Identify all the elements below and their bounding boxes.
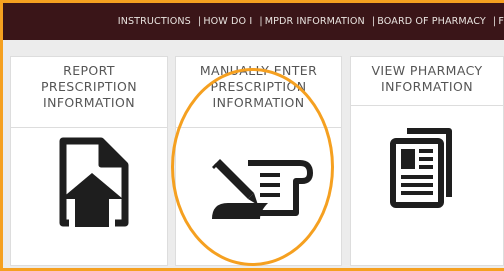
nav-instructions-link[interactable]: INSTRUCTIONS [118,16,191,27]
nav-mpdr-information-link[interactable]: MPDR INFORMATION [265,16,365,27]
tile-manually-enter-prescription-information[interactable]: MANUALLY ENTER PRESCRIPTION INFORMATION [175,56,342,266]
top-nav-links: INSTRUCTIONS | HOW DO I | MPDR INFORMATION… [118,16,504,27]
tile-view-pharmacy-information[interactable]: VIEW PHARMACY INFORMATION [350,56,504,266]
tile-label-line: INFORMATION [212,95,305,110]
tile-divider [11,127,167,128]
nav-how-do-i-link[interactable]: HOW DO I [203,16,252,27]
nav-separator: | [259,16,263,27]
tile-divider [351,105,503,106]
tile-label: REPORT PRESCRIPTION INFORMATION [11,63,167,111]
tile-label: VIEW PHARMACY INFORMATION [351,63,503,95]
tiles-area: REPORT PRESCRIPTION INFORMATION MANUALLY… [3,40,504,268]
tile-label-line: INFORMATION [380,79,474,94]
nav-separator: | [493,16,497,27]
tile-label-line: PRESCRIPTION [40,79,137,94]
document-view-icon [390,128,452,208]
upload-document-icon [59,137,129,229]
tile-divider [176,127,341,128]
tile-label-line: PRESCRIPTION [210,79,307,94]
tile-label-line: MANUALLY ENTER [199,63,318,78]
tile-report-prescription-information[interactable]: REPORT PRESCRIPTION INFORMATION [10,56,168,266]
tile-label: MANUALLY ENTER PRESCRIPTION INFORMATION [176,63,341,111]
edit-scroll-icon [212,159,313,219]
tile-label-line: INFORMATION [42,95,136,110]
tile-label-line: VIEW PHARMACY [371,63,483,78]
tile-label-line: REPORT [63,63,115,78]
nav-cut-off-link[interactable]: F [498,16,504,27]
nav-separator: | [198,16,202,27]
top-nav-bar: INSTRUCTIONS | HOW DO I | MPDR INFORMATION… [3,3,504,40]
nav-board-of-pharmacy-link[interactable]: BOARD OF PHARMACY [377,16,486,27]
nav-separator: | [371,16,376,27]
